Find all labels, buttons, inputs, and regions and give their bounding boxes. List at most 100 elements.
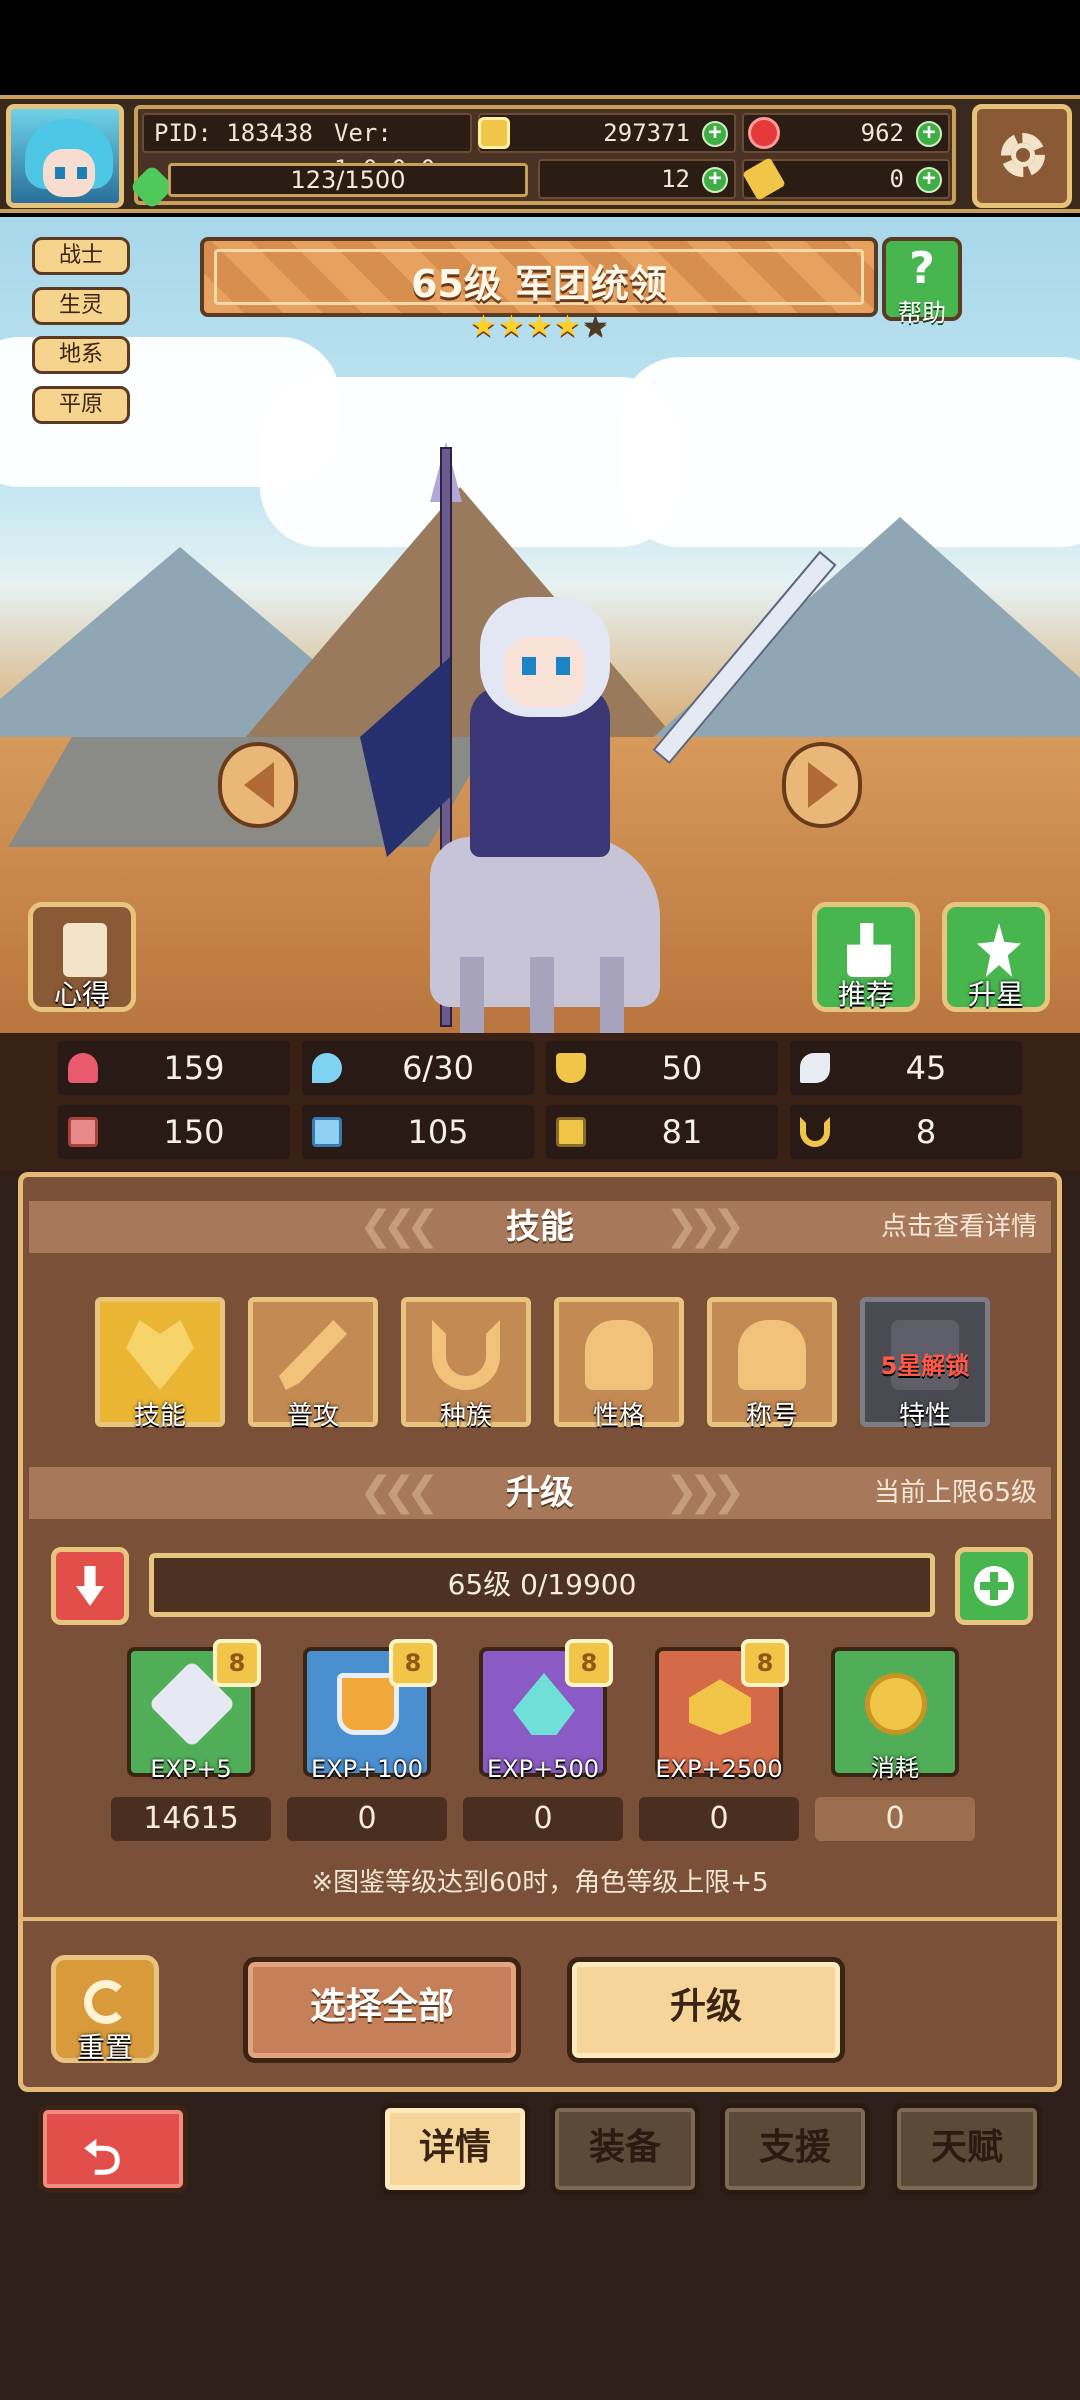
stat-luck: 8 xyxy=(790,1105,1022,1159)
fist-icon xyxy=(68,1117,98,1147)
gem-chip: 962 + xyxy=(742,113,950,153)
stat-agility: 81 xyxy=(546,1105,778,1159)
stat-mana: 6/30 xyxy=(302,1041,534,1095)
level-progress-bar: 65级 0/19900 xyxy=(149,1553,935,1617)
item-badge: 8 xyxy=(389,1639,437,1687)
upgrade-section-header: ❮❮❮ 升级 ❯❯❯ 当前上限65级 xyxy=(29,1467,1051,1519)
hero-star-rating: ★★★★★ xyxy=(470,309,610,344)
item-label: 消耗 xyxy=(871,1754,919,1782)
clover-chip: 12 + xyxy=(486,159,736,199)
add-clover-button[interactable]: + xyxy=(702,167,728,193)
sword-icon xyxy=(279,1320,347,1390)
stat-value: 81 xyxy=(661,1113,703,1151)
water-drop-icon xyxy=(312,1053,342,1083)
help-button[interactable]: ? 帮助 xyxy=(882,237,962,327)
download-arrow-icon xyxy=(76,1566,104,1606)
hero-tag-element: 地系 xyxy=(32,336,130,374)
exp-item-count: 0 xyxy=(287,1797,447,1841)
skill-slot-title[interactable]: 称号 xyxy=(707,1297,837,1431)
avatar-eye-icon xyxy=(77,167,87,179)
scroll-icon xyxy=(63,923,107,977)
avatar-eye-icon xyxy=(55,167,65,179)
insight-button[interactable]: 心得 xyxy=(28,902,136,1012)
red-gem-icon xyxy=(748,117,780,149)
gold-coin-icon xyxy=(478,117,510,149)
boot-icon xyxy=(556,1117,586,1147)
pid-version-chip: PID: 183438 Ver: 1.0.0.0 xyxy=(142,113,472,183)
star-empty-icon: ★ xyxy=(582,309,609,344)
centaur-leg xyxy=(530,957,554,1035)
arrow-left-icon xyxy=(244,762,274,808)
skill-slot-personality[interactable]: 性格 xyxy=(554,1297,684,1431)
tab-equipment[interactable]: 装备 xyxy=(550,2103,700,2195)
skill-label: 技能 xyxy=(133,1401,186,1431)
item-label: EXP+500 xyxy=(487,1755,599,1783)
stat-value: 45 xyxy=(905,1049,947,1087)
gold-chip: 297371 + xyxy=(478,113,736,153)
upgrade-button[interactable]: 升级 xyxy=(567,1957,845,2063)
item-label: EXP+5 xyxy=(150,1755,232,1783)
player-exp-bar: 123/1500 xyxy=(168,163,528,197)
select-all-button[interactable]: 选择全部 xyxy=(243,1957,521,2063)
level-cap-note: ※图鉴等级达到60时，角色等级上限+5 xyxy=(311,1868,769,1898)
star-filled-icon: ★ xyxy=(498,309,525,344)
gem-amount: 962 xyxy=(860,119,904,147)
next-hero-button[interactable] xyxy=(782,742,862,828)
stat-hp: 159 xyxy=(58,1041,290,1095)
book-icon xyxy=(312,1117,342,1147)
add-key-button[interactable]: + xyxy=(916,167,942,193)
previous-hero-button[interactable] xyxy=(218,742,298,828)
gold-cost-count: 0 xyxy=(815,1797,975,1841)
star-up-button[interactable]: 升星 xyxy=(942,902,1050,1012)
skills-hint[interactable]: 点击查看详情 xyxy=(881,1201,1037,1253)
recommend-button[interactable]: 推荐 xyxy=(812,902,920,1012)
hero-scene: 战士 生灵 地系 平原 65级 军团统领 ★★★★★ ? 帮助 心得 推荐 升星 xyxy=(0,217,1080,1035)
arrow-right-icon xyxy=(808,762,838,808)
insight-label: 心得 xyxy=(53,978,110,1011)
centaur-leg xyxy=(600,957,624,1035)
reset-label: 重置 xyxy=(76,2031,133,2064)
exp-item-small[interactable]: 8 EXP+5 xyxy=(127,1639,261,1783)
key-amount: 0 xyxy=(889,165,904,193)
exp-item-count: 0 xyxy=(639,1797,799,1841)
horseshoe-icon xyxy=(432,1320,500,1390)
gear-center xyxy=(1011,143,1035,167)
skill-slot-trait[interactable]: 5星解锁 特性 xyxy=(860,1297,990,1431)
stat-attack: 150 xyxy=(58,1105,290,1159)
tab-details[interactable]: 详情 xyxy=(380,2103,530,2195)
hero-stats: 159 6/30 50 45 150 105 81 8 xyxy=(0,1033,1080,1171)
skill-slot-race[interactable]: 种族 xyxy=(401,1297,531,1431)
skill-slot-skill[interactable]: 技能 xyxy=(95,1297,225,1431)
tab-support[interactable]: 支援 xyxy=(720,2103,870,2195)
skill-slot-basic-attack[interactable]: 普攻 xyxy=(248,1297,378,1431)
wing-icon xyxy=(800,1053,830,1083)
skill-label: 性格 xyxy=(592,1401,645,1431)
gold-coin-icon xyxy=(865,1673,927,1735)
tab-talent[interactable]: 天赋 xyxy=(892,2103,1042,2195)
exp-item-huge[interactable]: 8 EXP+2500 xyxy=(655,1639,789,1783)
centaur-leg xyxy=(460,957,484,1035)
star-icon xyxy=(977,923,1021,977)
skill-label: 称号 xyxy=(745,1401,798,1431)
hero-tag-race: 生灵 xyxy=(32,287,130,325)
hero-title: 65级 军团统领 xyxy=(410,262,668,306)
thumbs-up-icon xyxy=(847,923,891,977)
hero-face xyxy=(505,637,585,707)
add-gem-button[interactable]: + xyxy=(916,121,942,147)
back-button[interactable]: ⮌ xyxy=(38,2105,188,2193)
gold-amount: 297371 xyxy=(603,119,690,147)
level-down-button[interactable] xyxy=(51,1547,129,1625)
item-label: EXP+2500 xyxy=(655,1755,783,1783)
exp-item-count: 14615 xyxy=(111,1797,271,1841)
person-icon xyxy=(738,1320,806,1390)
settings-button[interactable] xyxy=(972,104,1072,208)
reset-button[interactable]: 重置 xyxy=(51,1955,159,2064)
shield-icon xyxy=(556,1053,586,1083)
add-gold-button[interactable]: + xyxy=(702,121,728,147)
exp-item-count: 0 xyxy=(463,1797,623,1841)
level-up-button[interactable] xyxy=(955,1547,1033,1625)
exp-item-medium[interactable]: 8 EXP+100 xyxy=(303,1639,437,1783)
exp-item-large[interactable]: 8 EXP+500 xyxy=(479,1639,613,1783)
player-avatar[interactable] xyxy=(6,104,124,208)
star-filled-icon: ★ xyxy=(554,309,581,344)
